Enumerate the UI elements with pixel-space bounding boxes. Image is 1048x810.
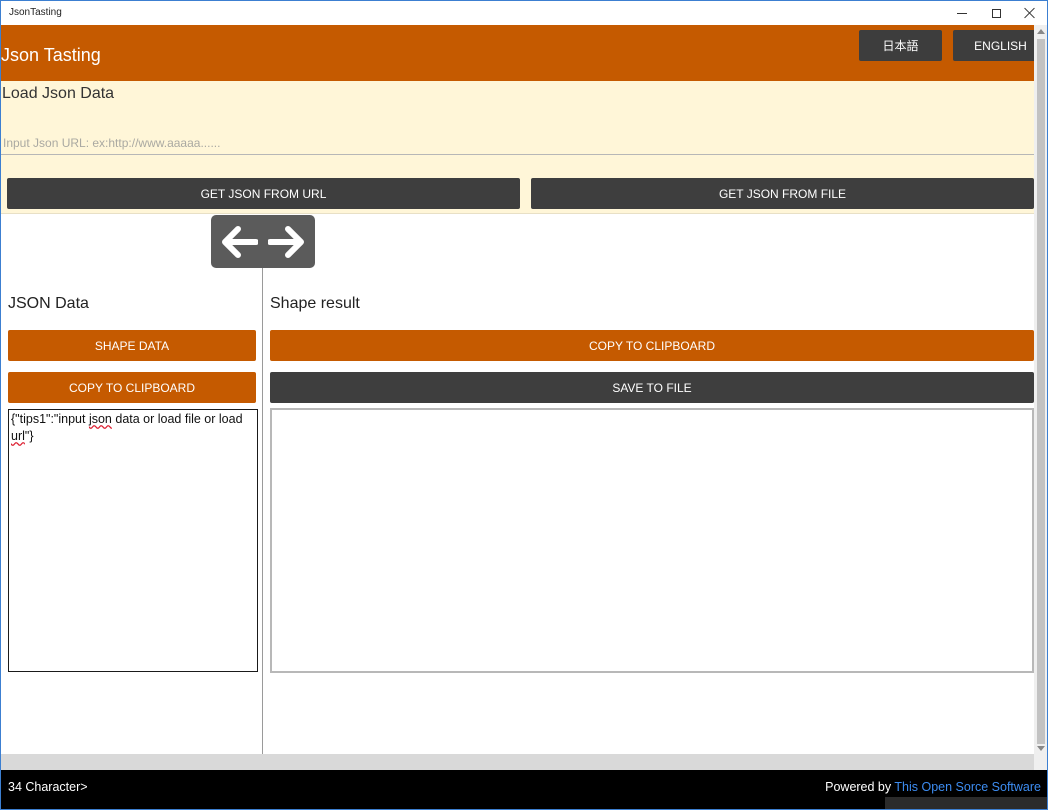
open-source-link[interactable]: This Open Sorce Software [894,780,1041,794]
copy-result-to-clipboard-button[interactable]: COPY TO CLIPBOARD [270,330,1034,361]
japanese-language-button[interactable]: 日本語 [859,30,942,61]
scrollbar-corner [1034,754,1047,770]
json-data-textarea[interactable]: {"tips1":"input json data or load file o… [8,409,258,672]
maximize-icon [991,8,1001,18]
window-title: JsonTasting [9,7,62,18]
scrollbar-thumb[interactable] [1037,39,1045,744]
pane-swap-toggle [211,215,315,268]
minimize-icon [957,12,967,14]
powered-by-label: Powered by [825,780,895,794]
title-bar: JsonTasting [1,1,1047,25]
json-text-part: "} [24,429,34,443]
arrow-right-icon[interactable] [266,222,306,262]
load-section-title: Load Json Data [2,85,115,102]
shape-data-button[interactable]: SHAPE DATA [8,330,256,361]
close-icon [1024,7,1036,19]
maximize-button[interactable] [979,1,1013,25]
scroll-down-icon[interactable] [1037,746,1045,751]
json-url-input[interactable] [1,131,1034,155]
app-title: Json Tasting [1,45,101,65]
spellcheck-word: json [88,412,112,426]
character-count: 34 Character> [8,780,88,794]
json-text-part: data or load file or load [111,412,243,426]
spellcheck-word: url [11,429,25,443]
minimize-button[interactable] [945,1,979,25]
json-data-title: JSON Data [8,295,89,312]
scroll-up-icon[interactable] [1037,29,1045,34]
save-to-file-button[interactable]: SAVE TO FILE [270,372,1034,403]
copy-json-to-clipboard-button[interactable]: COPY TO CLIPBOARD [8,372,256,403]
app-window: JsonTasting Json Tasting 日本語 ENGLISH Loa… [0,0,1048,810]
get-json-from-url-button[interactable]: GET JSON FROM URL [7,178,520,209]
pane-splitter[interactable] [262,268,263,754]
shape-result-title: Shape result [270,295,360,312]
status-strip [885,797,1047,809]
powered-by: Powered by This Open Sorce Software [825,780,1041,794]
get-json-from-file-button[interactable]: GET JSON FROM FILE [531,178,1034,209]
shape-result-textarea[interactable] [270,408,1034,673]
json-text-part: {"tips1":"input [11,412,89,426]
app-header: Json Tasting 日本語 ENGLISH [1,25,1047,81]
load-json-section: Load Json Data GET JSON FROM URL GET JSO… [1,81,1034,214]
close-button[interactable] [1013,1,1047,25]
arrow-left-icon[interactable] [220,222,260,262]
horizontal-scrollbar[interactable] [1,754,1034,770]
vertical-scrollbar[interactable] [1034,25,1047,754]
